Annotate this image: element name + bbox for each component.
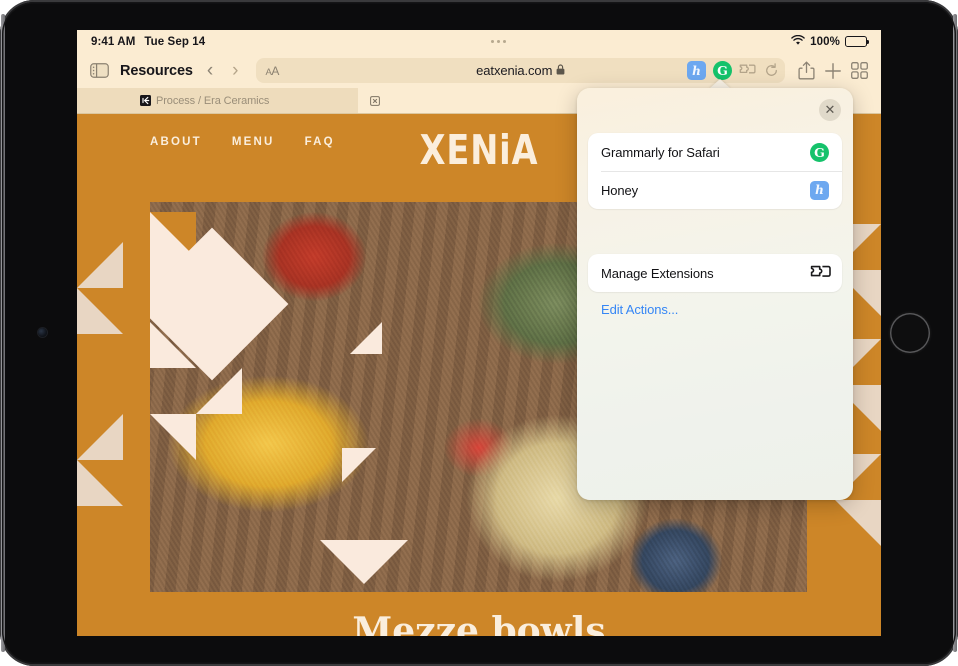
multitasking-dots-icon[interactable] bbox=[490, 40, 506, 43]
deco-triangle bbox=[150, 322, 196, 368]
deco-triangle bbox=[77, 414, 123, 460]
home-button[interactable] bbox=[890, 313, 930, 353]
forward-button[interactable]: › bbox=[227, 61, 243, 80]
puzzle-piece-icon bbox=[810, 264, 831, 283]
safari-toolbar: Resources ‹ › AA eatxenia.com h G bbox=[77, 53, 881, 88]
status-bar-left: 9:41 AM Tue Sep 14 bbox=[91, 36, 205, 48]
back-button[interactable]: ‹ bbox=[202, 61, 218, 80]
popover-row-label: Grammarly for Safari bbox=[601, 144, 720, 160]
era-ceramics-favicon bbox=[140, 95, 151, 106]
deco-triangle bbox=[77, 460, 123, 506]
popover-row-honey[interactable]: Honey h bbox=[588, 171, 842, 209]
section-heading: Mezze bowls bbox=[352, 610, 606, 636]
deco-triangle bbox=[77, 242, 123, 288]
popover-row-grammarly[interactable]: Grammarly for Safari G bbox=[588, 133, 842, 171]
deco-triangle bbox=[150, 414, 196, 460]
grammarly-extension-icon[interactable]: G bbox=[713, 61, 732, 80]
front-camera bbox=[38, 328, 47, 337]
honey-extension-icon[interactable]: h bbox=[687, 61, 706, 80]
popover-row-manage-extensions[interactable]: Manage Extensions bbox=[588, 254, 842, 292]
device-edge-right bbox=[953, 14, 957, 652]
extensions-popover: ✕ Grammarly for Safari G Honey h Manage … bbox=[577, 79, 853, 500]
deco-triangle bbox=[350, 322, 382, 354]
edit-actions-button[interactable]: Edit Actions... bbox=[601, 302, 678, 317]
page-settings-aa-button[interactable]: AA bbox=[265, 64, 279, 78]
grammarly-icon: G bbox=[810, 142, 829, 162]
extensions-list-group: Grammarly for Safari G Honey h bbox=[588, 133, 842, 209]
honey-icon: h bbox=[810, 180, 829, 200]
ipad-device-frame: 9:41 AM Tue Sep 14 100% Resources ‹ › AA… bbox=[0, 0, 958, 666]
deco-triangle bbox=[77, 288, 123, 334]
share-icon[interactable] bbox=[798, 61, 815, 80]
status-bar-right: 100% bbox=[791, 34, 869, 49]
ipad-screen: 9:41 AM Tue Sep 14 100% Resources ‹ › AA… bbox=[77, 30, 881, 636]
address-bar[interactable]: AA eatxenia.com h G bbox=[256, 58, 785, 83]
status-bar-center bbox=[205, 40, 791, 43]
lock-icon bbox=[556, 62, 565, 80]
tab-process-era-ceramics[interactable]: Process / Era Ceramics bbox=[77, 88, 358, 113]
status-time: 9:41 AM bbox=[91, 35, 136, 48]
deco-triangle bbox=[196, 368, 242, 414]
close-popover-icon[interactable]: ✕ bbox=[819, 99, 841, 121]
popover-row-label: Manage Extensions bbox=[601, 265, 714, 281]
popover-row-label: Honey bbox=[601, 182, 639, 198]
deco-triangle bbox=[364, 540, 408, 584]
manage-extensions-group: Manage Extensions bbox=[588, 254, 842, 292]
tab-label-text: Process / Era Ceramics bbox=[156, 94, 270, 107]
puzzle-piece-extensions-icon[interactable] bbox=[739, 63, 757, 78]
battery-icon bbox=[845, 36, 869, 47]
sidebar-toggle-icon[interactable] bbox=[90, 63, 109, 78]
status-date: Tue Sep 14 bbox=[144, 35, 206, 48]
status-bar: 9:41 AM Tue Sep 14 100% bbox=[77, 30, 881, 53]
close-tab-icon[interactable] bbox=[369, 95, 381, 107]
reload-icon[interactable] bbox=[764, 63, 779, 78]
deco-triangle bbox=[835, 500, 881, 546]
plus-icon[interactable] bbox=[824, 62, 842, 80]
device-edge-left bbox=[1, 14, 5, 652]
deco-triangle bbox=[342, 448, 376, 482]
address-bar-extension-icons: h G bbox=[687, 61, 779, 80]
tab-overview-grid-icon[interactable] bbox=[851, 62, 868, 79]
deco-triangle bbox=[320, 540, 364, 584]
popover-body: ✕ Grammarly for Safari G Honey h Manage … bbox=[577, 88, 853, 500]
battery-percent-label: 100% bbox=[810, 35, 840, 48]
url-text: eatxenia.com bbox=[476, 63, 553, 78]
sidebar-title: Resources bbox=[120, 62, 193, 79]
wifi-icon bbox=[791, 34, 805, 49]
